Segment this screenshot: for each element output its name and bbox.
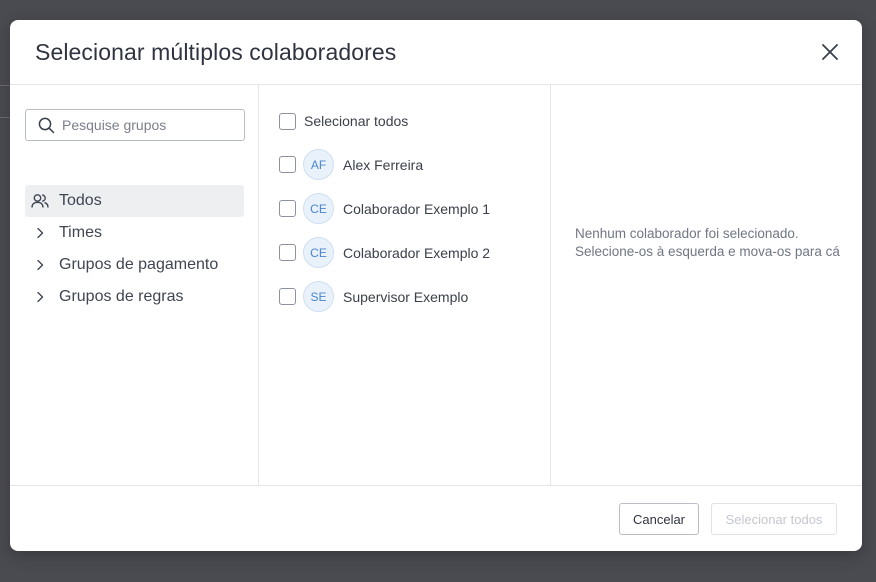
- selected-panel: Nenhum colaborador foi selecionado. Sele…: [551, 85, 862, 486]
- list-item[interactable]: AF Alex Ferreira: [279, 148, 423, 181]
- avatar: CE: [303, 237, 334, 268]
- modal-header: Selecionar múltiplos colaboradores: [10, 20, 862, 85]
- collaborator-checkbox[interactable]: [279, 156, 296, 173]
- collaborator-checkbox[interactable]: [279, 200, 296, 217]
- list-item[interactable]: CE Colaborador Exemplo 1: [279, 192, 490, 225]
- collaborator-name: Supervisor Exemplo: [343, 288, 469, 305]
- close-icon: [822, 44, 838, 60]
- group-label: Grupos de regras: [59, 288, 184, 305]
- backdrop-divider: [0, 85, 10, 86]
- select-all-button[interactable]: Selecionar todos: [711, 503, 837, 535]
- chevron-right-icon: [31, 288, 49, 306]
- cancel-button[interactable]: Cancelar: [619, 503, 699, 535]
- collaborator-name: Colaborador Exemplo 1: [343, 200, 491, 217]
- collaborator-name: Alex Ferreira: [343, 156, 424, 173]
- search-field[interactable]: [25, 109, 245, 141]
- avatar: SE: [303, 281, 334, 312]
- select-all-checkbox[interactable]: [279, 112, 296, 130]
- collaborators-panel: Selecionar todos AF Alex Ferreira CE Col…: [259, 85, 551, 486]
- collaborator-name: Colaborador Exemplo 2: [343, 244, 491, 261]
- list-item[interactable]: CE Colaborador Exemplo 2: [279, 236, 490, 269]
- users-icon: [31, 192, 49, 210]
- list-item[interactable]: SE Supervisor Exemplo: [279, 280, 468, 313]
- group-item-times[interactable]: Times: [25, 217, 244, 249]
- search-icon: [38, 117, 55, 134]
- collaborator-checkbox[interactable]: [279, 288, 296, 305]
- group-item-grupos-de-regras[interactable]: Grupos de regras: [25, 281, 244, 313]
- groups-panel: Todos Times Grupos de pagamento Grupos d…: [10, 85, 259, 486]
- select-collaborators-modal: Selecionar múltiplos colaboradores Pesqu…: [10, 20, 862, 551]
- empty-state-line: Selecione-os à esquerda e mova-os para c…: [575, 244, 840, 259]
- modal-title: Selecionar múltiplos colaboradores: [35, 39, 397, 65]
- empty-state-message: Nenhum colaborador foi selecionado. Sele…: [575, 225, 855, 261]
- backdrop-divider: [0, 117, 10, 118]
- group-label: Times: [59, 224, 102, 241]
- group-item-grupos-de-pagamento[interactable]: Grupos de pagamento: [25, 249, 244, 281]
- avatar: AF: [303, 149, 334, 180]
- chevron-right-icon: [31, 256, 49, 274]
- collaborator-checkbox[interactable]: [279, 244, 296, 261]
- group-label: Grupos de pagamento: [59, 256, 219, 273]
- avatar: CE: [303, 193, 334, 224]
- modal-footer: Cancelar Selecionar todos: [10, 485, 862, 551]
- group-label: Todos: [59, 192, 102, 209]
- select-all-row[interactable]: Selecionar todos: [279, 105, 408, 137]
- search-input[interactable]: [62, 115, 237, 135]
- group-item-todos[interactable]: Todos: [25, 185, 244, 217]
- chevron-right-icon: [31, 224, 49, 242]
- empty-state-line: Nenhum colaborador foi selecionado.: [575, 226, 799, 241]
- close-button[interactable]: [820, 42, 840, 62]
- select-all-label: Selecionar todos: [304, 113, 409, 129]
